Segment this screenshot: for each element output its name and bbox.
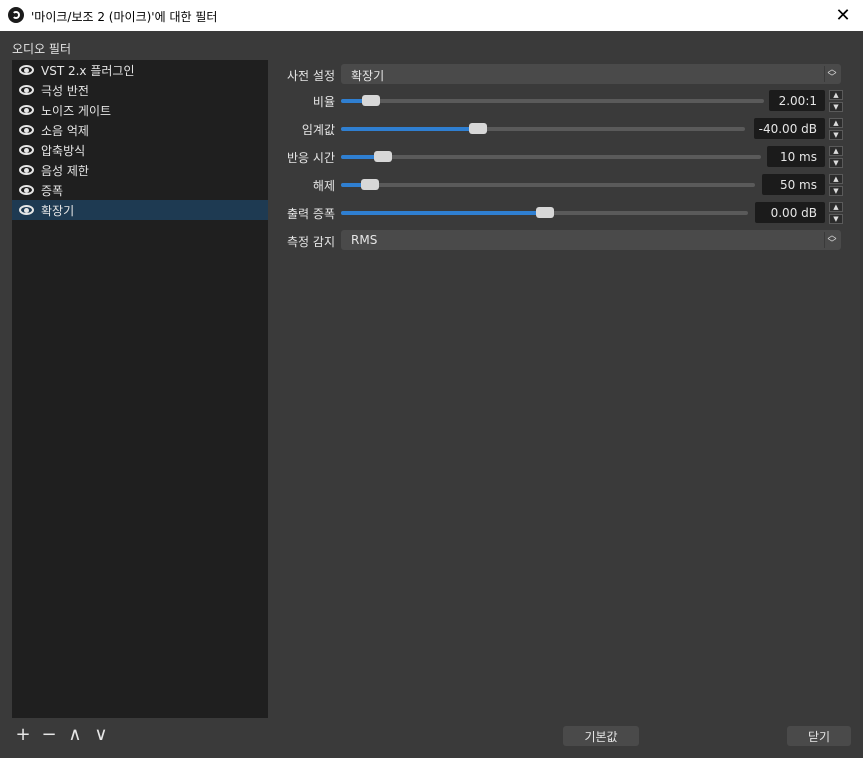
detector-row: 측정 감지 RMS ︿ ﹀ xyxy=(278,230,843,252)
detector-value: RMS xyxy=(351,233,378,247)
chevron-down-icon[interactable]: ▼ xyxy=(829,214,843,224)
close-icon[interactable]: ✕ xyxy=(831,4,855,26)
threshold-slider-fill xyxy=(341,127,479,131)
obs-icon xyxy=(8,7,24,23)
chevron-down-icon[interactable]: ▼ xyxy=(829,158,843,168)
output-gain-field[interactable]: 0.00 dB xyxy=(755,202,825,223)
eye-icon[interactable] xyxy=(19,105,34,115)
eye-icon[interactable] xyxy=(19,85,34,95)
threshold-slider[interactable] xyxy=(341,123,745,134)
filter-item-limiter[interactable]: 음성 제한 xyxy=(12,160,268,180)
filter-item-compressor[interactable]: 압축방식 xyxy=(12,140,268,160)
ratio-slider-handle[interactable] xyxy=(361,95,380,106)
preset-label: 사전 설정 xyxy=(287,69,335,83)
output-gain-row: 출력 증폭 0.00 dB ▲ ▼ xyxy=(278,202,843,224)
eye-icon[interactable] xyxy=(19,165,34,175)
filter-item-label: 소음 억제 xyxy=(41,123,89,138)
filter-item-noise-suppression[interactable]: 소음 억제 xyxy=(12,120,268,140)
output-gain-spinner[interactable]: ▲ ▼ xyxy=(829,202,843,224)
attack-label: 반응 시간 xyxy=(287,151,335,165)
release-field[interactable]: 50 ms xyxy=(762,174,825,195)
ratio-value: 2.00:1 xyxy=(778,94,817,108)
eye-icon[interactable] xyxy=(19,125,34,135)
preset-value: 확장기 xyxy=(351,69,385,83)
filter-item-label: 증폭 xyxy=(41,183,64,198)
release-spinner[interactable]: ▲ ▼ xyxy=(829,174,843,196)
filter-item-label: 음성 제한 xyxy=(41,163,89,178)
filter-toolbar: + − ∧ ∨ xyxy=(14,726,110,744)
threshold-label: 임계값 xyxy=(301,123,335,137)
audio-filters-label: 오디오 필터 xyxy=(12,42,72,56)
output-gain-label: 출력 증폭 xyxy=(287,207,335,221)
chevron-up-icon[interactable]: ▲ xyxy=(829,202,843,212)
ratio-spinner[interactable]: ▲ ▼ xyxy=(829,90,843,112)
chevron-updown-icon: ︿ ﹀ xyxy=(824,232,839,249)
filter-item-label: 극성 반전 xyxy=(41,83,89,98)
chevron-updown-icon: ︿ ﹀ xyxy=(824,66,839,83)
window-title: '마이크/보조 2 (마이크)'에 대한 필터 xyxy=(31,10,218,24)
attack-slider-handle[interactable] xyxy=(374,151,392,162)
threshold-row: 임계값 -40.00 dB ▲ ▼ xyxy=(278,118,843,140)
filter-item-vst[interactable]: VST 2.x 플러그인 xyxy=(12,60,268,80)
attack-field[interactable]: 10 ms xyxy=(767,146,825,167)
chevron-up-icon[interactable]: ▲ xyxy=(829,174,843,184)
filter-item-gain[interactable]: 증폭 xyxy=(12,180,268,200)
move-down-button[interactable]: ∨ xyxy=(92,726,110,744)
eye-icon[interactable] xyxy=(19,145,34,155)
chevron-up-icon[interactable]: ▲ xyxy=(829,118,843,128)
filter-item-label: VST 2.x 플러그인 xyxy=(41,63,135,78)
threshold-spinner[interactable]: ▲ ▼ xyxy=(829,118,843,140)
filter-item-expander[interactable]: 확장기 xyxy=(12,200,268,220)
filter-list[interactable]: VST 2.x 플러그인 극성 반전 노이즈 게이트 소음 억제 압축방식 음성… xyxy=(12,60,268,718)
preset-select[interactable]: 확장기 ︿ ﹀ xyxy=(341,64,841,84)
ratio-slider[interactable] xyxy=(341,95,764,106)
attack-spinner[interactable]: ▲ ▼ xyxy=(829,146,843,168)
ratio-field[interactable]: 2.00:1 xyxy=(769,90,825,111)
release-value: 50 ms xyxy=(779,178,817,192)
move-up-button[interactable]: ∧ xyxy=(66,726,84,744)
attack-value: 10 ms xyxy=(779,150,817,164)
detector-label: 측정 감지 xyxy=(287,235,335,249)
ratio-row: 비율 2.00:1 ▲ ▼ xyxy=(278,90,843,112)
output-gain-value: 0.00 dB xyxy=(770,206,817,220)
defaults-button[interactable]: 기본값 xyxy=(563,726,639,746)
threshold-value: -40.00 dB xyxy=(758,122,817,136)
preset-row: 사전 설정 확장기 ︿ ﹀ xyxy=(278,64,843,86)
filter-item-label: 노이즈 게이트 xyxy=(41,103,112,118)
threshold-field[interactable]: -40.00 dB xyxy=(754,118,825,139)
detector-select[interactable]: RMS ︿ ﹀ xyxy=(341,230,841,250)
title-bar: '마이크/보조 2 (마이크)'에 대한 필터 ✕ xyxy=(0,0,863,31)
remove-filter-button[interactable]: − xyxy=(40,726,58,744)
chevron-down-icon[interactable]: ▼ xyxy=(829,130,843,140)
filter-item-invert-polarity[interactable]: 극성 반전 xyxy=(12,80,268,100)
ratio-label: 비율 xyxy=(312,95,335,109)
filter-item-label: 압축방식 xyxy=(41,143,86,158)
output-gain-slider-fill xyxy=(341,211,545,215)
eye-icon[interactable] xyxy=(19,65,34,75)
release-row: 해제 50 ms ▲ ▼ xyxy=(278,174,843,196)
attack-slider[interactable] xyxy=(341,151,761,162)
add-filter-button[interactable]: + xyxy=(14,726,32,744)
eye-icon[interactable] xyxy=(19,205,34,215)
release-slider-handle[interactable] xyxy=(360,179,379,190)
output-gain-slider-handle[interactable] xyxy=(535,207,554,218)
chevron-down-icon[interactable]: ▼ xyxy=(829,186,843,196)
close-button[interactable]: 닫기 xyxy=(787,726,851,746)
chevron-up-icon[interactable]: ▲ xyxy=(829,146,843,156)
chevron-up-icon[interactable]: ▲ xyxy=(829,90,843,100)
output-gain-slider[interactable] xyxy=(341,207,748,218)
filter-item-noise-gate[interactable]: 노이즈 게이트 xyxy=(12,100,268,120)
filter-item-label: 확장기 xyxy=(41,203,75,218)
threshold-slider-handle[interactable] xyxy=(469,123,488,134)
eye-icon[interactable] xyxy=(19,185,34,195)
chevron-down-icon[interactable]: ▼ xyxy=(829,102,843,112)
release-label: 해제 xyxy=(312,179,335,193)
attack-row: 반응 시간 10 ms ▲ ▼ xyxy=(278,146,843,168)
release-slider[interactable] xyxy=(341,179,755,190)
